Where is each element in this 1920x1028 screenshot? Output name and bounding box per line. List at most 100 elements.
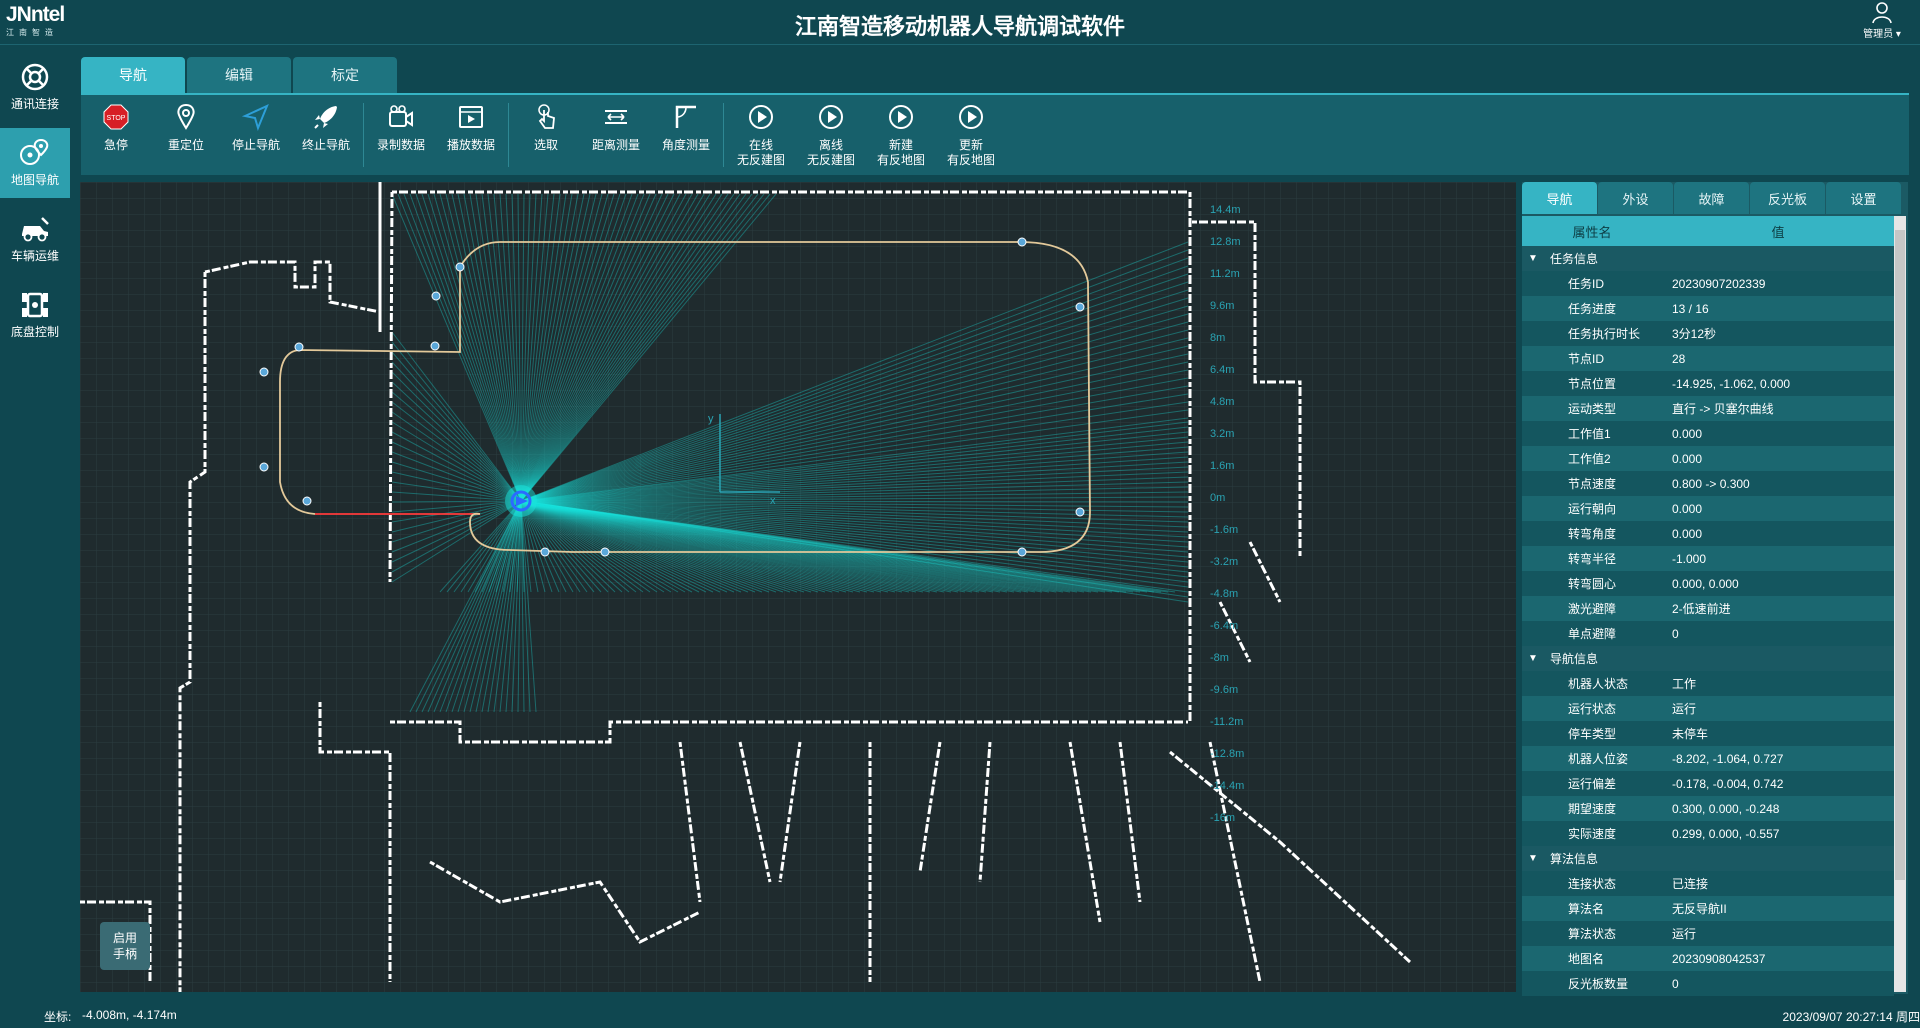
property-row[interactable]: 工作值1 0.000 xyxy=(1522,421,1894,446)
path-node[interactable] xyxy=(540,547,550,557)
property-row[interactable]: 任务ID 20230907202339 xyxy=(1522,271,1894,296)
path-node[interactable] xyxy=(455,262,465,272)
tab-panel-settings[interactable]: 设置 xyxy=(1826,182,1901,214)
expand-caret-icon[interactable]: ▼ xyxy=(1528,653,1540,664)
select-button[interactable]: 选取 xyxy=(511,95,581,173)
property-row[interactable]: 机器人状态 工作 xyxy=(1522,671,1894,696)
tool-label: 在线 无反建图 xyxy=(737,138,785,168)
stop-navigation-button[interactable]: 停止导航 xyxy=(221,95,291,173)
tab-calibration[interactable]: 标定 xyxy=(293,57,397,93)
nav-item-connection[interactable]: 通讯连接 xyxy=(0,52,70,122)
angle-measure-button[interactable]: 角度测量 xyxy=(651,95,721,173)
user-menu[interactable]: 管理员 ▾ xyxy=(1858,2,1906,42)
y-tick-label: 14.4m xyxy=(1210,204,1241,216)
end-navigation-button[interactable]: 终止导航 xyxy=(291,95,361,173)
property-row[interactable]: 节点ID 28 xyxy=(1522,346,1894,371)
property-row[interactable]: 激光避障 2-低速前进 xyxy=(1522,596,1894,621)
property-row[interactable]: 地图名 20230908042537 xyxy=(1522,946,1894,971)
property-value: -8.202, -1.064, 0.727 xyxy=(1672,751,1784,766)
property-row[interactable]: 运行偏差 -0.178, -0.004, 0.742 xyxy=(1522,771,1894,796)
expand-caret-icon[interactable]: ▼ xyxy=(1528,253,1540,264)
property-name: 地图名 xyxy=(1568,952,1605,966)
offline-mapping-button[interactable]: 离线 无反建图 xyxy=(796,95,866,173)
property-row[interactable]: 任务进度 13 / 16 xyxy=(1522,296,1894,321)
scrollbar-thumb[interactable] xyxy=(1895,230,1905,880)
tab-navigation[interactable]: 导航 xyxy=(81,57,185,93)
record-data-button[interactable]: 录制数据 xyxy=(366,95,436,173)
property-row[interactable]: 连接状态 已连接 xyxy=(1522,871,1894,896)
axis-y-label: y xyxy=(708,413,714,425)
update-reflector-map-button[interactable]: 更新 有反地图 xyxy=(936,95,1006,173)
map-view[interactable]: y x 14.4m 12.8m 11.2m 9.6m 8m 6.4m 4.8m 3.2m 1.6… xyxy=(80,182,1516,992)
distance-measure-button[interactable]: 距离测量 xyxy=(581,95,651,173)
property-row[interactable]: 实际速度 0.299, 0.000, -0.557 xyxy=(1522,821,1894,846)
property-row[interactable]: 工作值2 0.000 xyxy=(1522,446,1894,471)
main-tabs: 导航 编辑 标定 xyxy=(81,57,399,93)
emergency-stop-button[interactable]: STOP 急停 xyxy=(81,95,151,173)
property-value: 20230907202339 xyxy=(1672,276,1766,291)
tab-panel-navigation[interactable]: 导航 xyxy=(1522,182,1597,214)
path-node[interactable] xyxy=(600,547,610,557)
new-reflector-map-button[interactable]: 新建 有反地图 xyxy=(866,95,936,173)
property-table-body: ▼ 任务信息 任务ID 20230907202339 任务进度 13 / 16 任务执行时长… xyxy=(1522,246,1908,996)
coordinate-label: 坐标: xyxy=(44,1010,72,1024)
property-row[interactable]: 单点避障 0 xyxy=(1522,621,1894,646)
nav-item-map-navigation[interactable]: 地图导航 xyxy=(0,128,70,198)
property-row[interactable]: 节点速度 0.800 -> 0.300 xyxy=(1522,471,1894,496)
property-group-header[interactable]: ▼ 算法信息 xyxy=(1522,846,1894,871)
property-scrollbar[interactable] xyxy=(1894,216,1906,992)
nav-item-vehicle-maintenance[interactable]: 车辆运维 xyxy=(0,204,70,274)
property-row[interactable]: 算法状态 运行 xyxy=(1522,921,1894,946)
property-value: -14.925, -1.062, 0.000 xyxy=(1672,376,1791,391)
nav-item-chassis-control[interactable]: 底盘控制 xyxy=(0,280,70,350)
tab-panel-faults[interactable]: 故障 xyxy=(1674,182,1749,214)
pointer-hand-icon xyxy=(538,104,555,129)
online-mapping-button[interactable]: 在线 无反建图 xyxy=(726,95,796,173)
property-row[interactable]: 算法名 无反导航II xyxy=(1522,896,1894,921)
property-row[interactable]: 期望速度 0.300, 0.000, -0.248 xyxy=(1522,796,1894,821)
property-value: 0.299, 0.000, -0.557 xyxy=(1672,826,1780,841)
tab-panel-reflectors[interactable]: 反光板 xyxy=(1750,182,1825,214)
tab-panel-peripherals[interactable]: 外设 xyxy=(1598,182,1673,214)
path-node[interactable] xyxy=(1017,547,1027,557)
property-row[interactable]: 任务执行时长 3分12秒 xyxy=(1522,321,1894,346)
tool-label: 角度测量 xyxy=(661,138,710,152)
property-row[interactable]: 转弯角度 0.000 xyxy=(1522,521,1894,546)
property-panel: 导航 外设 故障 反光板 设置 属性名 值 ▼ 任务信息 任务ID 202309072… xyxy=(1522,182,1908,996)
expand-caret-icon[interactable]: ▼ xyxy=(1528,853,1540,864)
property-row[interactable]: 机器人位姿 -8.202, -1.064, 0.727 xyxy=(1522,746,1894,771)
enable-joystick-button[interactable]: 启用 手柄 xyxy=(100,922,150,970)
path-node[interactable] xyxy=(1075,302,1085,312)
property-group-header[interactable]: ▼ 任务信息 xyxy=(1522,246,1894,271)
path-node[interactable] xyxy=(431,291,441,301)
property-row[interactable]: 转弯圆心 0.000, 0.000 xyxy=(1522,571,1894,596)
path-node[interactable] xyxy=(294,342,304,352)
property-value: 28 xyxy=(1672,351,1686,366)
path-node[interactable] xyxy=(259,367,269,377)
path-node[interactable] xyxy=(302,496,312,506)
joystick-label-line: 启用 xyxy=(112,931,137,945)
play-data-button[interactable]: 播放数据 xyxy=(436,95,506,173)
property-row[interactable]: 转弯半径 -1.000 xyxy=(1522,546,1894,571)
property-group-header[interactable]: ▼ 导航信息 xyxy=(1522,646,1894,671)
map-canvas[interactable]: y x 14.4m 12.8m 11.2m 9.6m 8m 6.4m 4.8m 3.2m 1.6… xyxy=(80,182,1516,992)
tab-edit[interactable]: 编辑 xyxy=(187,57,291,93)
path-node[interactable] xyxy=(430,341,440,351)
property-row[interactable]: 节点位置 -14.925, -1.062, 0.000 xyxy=(1522,371,1894,396)
property-value: 0.000 xyxy=(1672,426,1703,441)
film-play-icon xyxy=(459,106,483,128)
property-row[interactable]: 运行状态 运行 xyxy=(1522,696,1894,721)
property-row[interactable]: 运行朝向 0.000 xyxy=(1522,496,1894,521)
tool-label: 距离测量 xyxy=(591,138,640,152)
path-node[interactable] xyxy=(259,462,269,472)
path-node[interactable] xyxy=(1075,507,1085,517)
property-name: 运动类型 xyxy=(1568,402,1617,416)
property-name: 转弯圆心 xyxy=(1568,577,1617,591)
property-row[interactable]: 停车类型 未停车 xyxy=(1522,721,1894,746)
property-row[interactable]: 运动类型 直行 -> 贝塞尔曲线 xyxy=(1522,396,1894,421)
path-node[interactable] xyxy=(1017,237,1027,247)
relocate-button[interactable]: 重定位 xyxy=(151,95,221,173)
property-value: 0 xyxy=(1672,976,1679,991)
property-value: 0.000 xyxy=(1672,451,1703,466)
property-row[interactable]: 反光板数量 0 xyxy=(1522,971,1894,996)
